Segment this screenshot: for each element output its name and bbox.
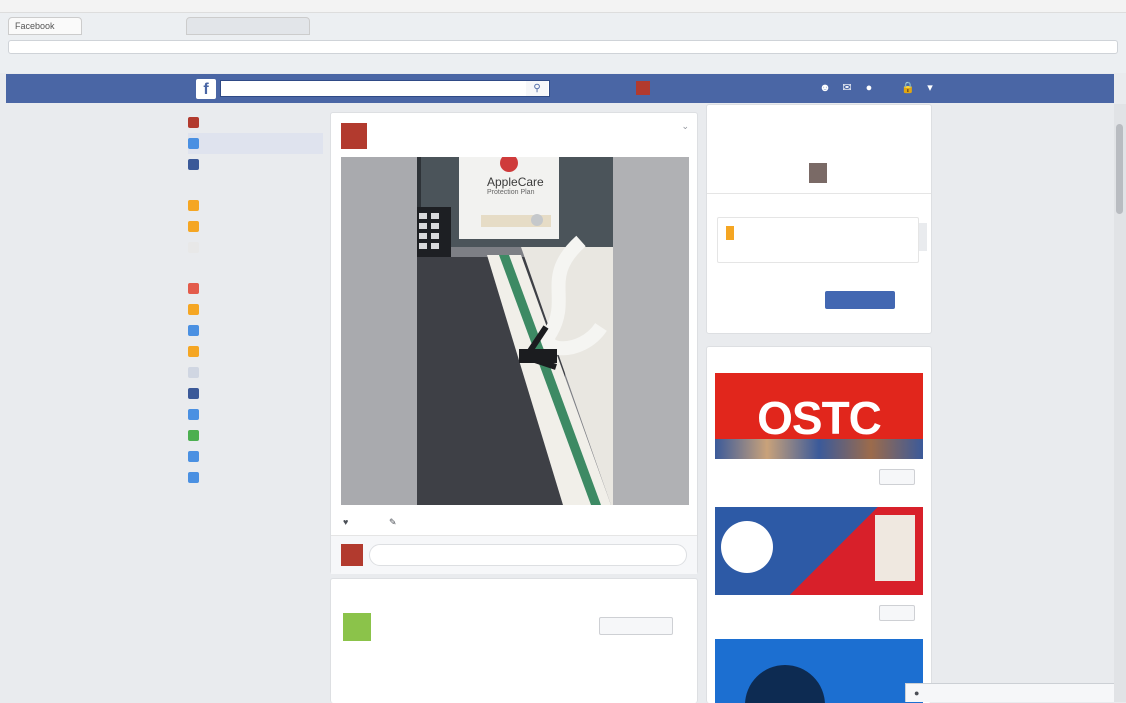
bookmarks-bar[interactable] (6, 58, 1120, 70)
account-menu-icon[interactable]: ▾ (923, 81, 937, 95)
ad-banner[interactable]: OSTC (715, 373, 923, 459)
left-nav-item[interactable] (188, 362, 323, 383)
ad-banner-strip (715, 439, 923, 459)
carousel-next-icon[interactable] (919, 223, 927, 251)
friend-requests-icon[interactable]: ☻ (818, 81, 832, 95)
os-menu-bar (0, 0, 1126, 13)
left-nav-item[interactable] (188, 341, 323, 362)
group-icon (188, 346, 199, 357)
suggested-action-button[interactable] (599, 617, 673, 635)
fb-header: f ⚲ ☻ ✉ ● 🔒 ▾ (6, 74, 1114, 103)
photo-sub-text: Protection Plan (487, 189, 535, 196)
left-nav-item-messages[interactable] (188, 154, 323, 175)
ad-like-button[interactable] (879, 469, 915, 485)
suggested-card (330, 578, 698, 703)
facebook-logo-icon[interactable]: f (196, 79, 216, 99)
ad-logo (721, 521, 773, 573)
ad-like-button[interactable] (879, 605, 915, 621)
messages-icon (188, 159, 199, 170)
comment-button[interactable]: ✎ (389, 517, 397, 528)
group-icon (188, 221, 199, 232)
feed-post: ⌄ AppleCare Protection Plan ♥ ✎ (330, 112, 698, 574)
ad-banner-text: OSTC (757, 392, 882, 444)
privacy-icon[interactable]: 🔒 (901, 81, 915, 95)
notifications-icon[interactable]: ● (862, 81, 876, 95)
browser-chrome: Facebook (0, 13, 1126, 73)
left-nav-item[interactable] (188, 467, 323, 488)
friends-icon (188, 388, 199, 399)
post-photo[interactable]: AppleCare Protection Plan (341, 157, 689, 505)
comment-area (331, 535, 697, 574)
app-icon (188, 430, 199, 441)
avatar (188, 117, 199, 128)
browser-tab-active[interactable]: Facebook (8, 17, 82, 35)
left-nav-item[interactable] (188, 508, 323, 529)
sponsored-ads: OSTC (706, 346, 932, 703)
avatar (636, 81, 650, 96)
left-nav-item[interactable] (188, 216, 323, 237)
photo-brand-text: AppleCare (487, 175, 544, 189)
search-input[interactable] (220, 80, 550, 97)
divider (707, 193, 931, 194)
ad-banner[interactable] (715, 639, 923, 703)
left-nav-profile[interactable] (188, 112, 323, 133)
like-button[interactable]: ♥ (343, 517, 348, 527)
browser-tab[interactable] (186, 17, 310, 35)
right-panel-card (706, 104, 932, 334)
profile-link[interactable] (636, 81, 654, 96)
left-nav-item[interactable] (188, 237, 323, 258)
left-nav-section-header (188, 175, 323, 195)
ad-image-shape (745, 665, 825, 703)
comment-input[interactable] (369, 544, 687, 566)
photo-content (341, 157, 689, 505)
like-icon: ♥ (343, 517, 349, 527)
left-nav-section-header (188, 488, 323, 508)
page-scrollbar[interactable] (1114, 104, 1126, 702)
chat-icon: ● (914, 688, 920, 698)
left-nav-item-news-feed[interactable] (188, 133, 323, 154)
left-nav-item[interactable] (188, 446, 323, 467)
left-nav-item[interactable] (188, 383, 323, 404)
right-card-button[interactable] (825, 291, 895, 309)
left-nav-item[interactable] (188, 425, 323, 446)
left-nav-section-header (188, 258, 323, 278)
app-icon (188, 409, 199, 420)
suggested-avatar[interactable] (343, 613, 371, 641)
left-nav-item[interactable] (188, 404, 323, 425)
left-nav-item[interactable] (188, 299, 323, 320)
chat-bar[interactable]: ● (905, 683, 1120, 702)
comment-icon: ✎ (389, 517, 397, 527)
left-nav-item[interactable] (188, 278, 323, 299)
ad-product (875, 515, 915, 581)
left-nav-item[interactable] (188, 320, 323, 341)
news-feed-icon (188, 138, 199, 149)
address-bar[interactable] (8, 40, 1118, 54)
left-nav-item[interactable] (188, 195, 323, 216)
ad-banner[interactable] (715, 507, 923, 595)
group-icon (188, 242, 199, 253)
app-icon (188, 472, 199, 483)
item-icon (726, 226, 734, 240)
photo-icon (188, 325, 199, 336)
avatar[interactable] (809, 163, 827, 183)
page-icon (188, 304, 199, 315)
messages-icon[interactable]: ✉ (840, 81, 854, 95)
group-icon (188, 200, 199, 211)
left-nav (188, 112, 323, 529)
list-icon (188, 367, 199, 378)
app-icon (188, 451, 199, 462)
post-options-icon[interactable]: ⌄ (681, 121, 689, 132)
search-icon[interactable]: ⚲ (526, 81, 548, 96)
avatar (341, 544, 363, 566)
avatar[interactable] (341, 123, 367, 149)
scrollbar-thumb[interactable] (1116, 124, 1123, 214)
event-icon (188, 283, 199, 294)
right-card-item[interactable] (717, 217, 919, 263)
